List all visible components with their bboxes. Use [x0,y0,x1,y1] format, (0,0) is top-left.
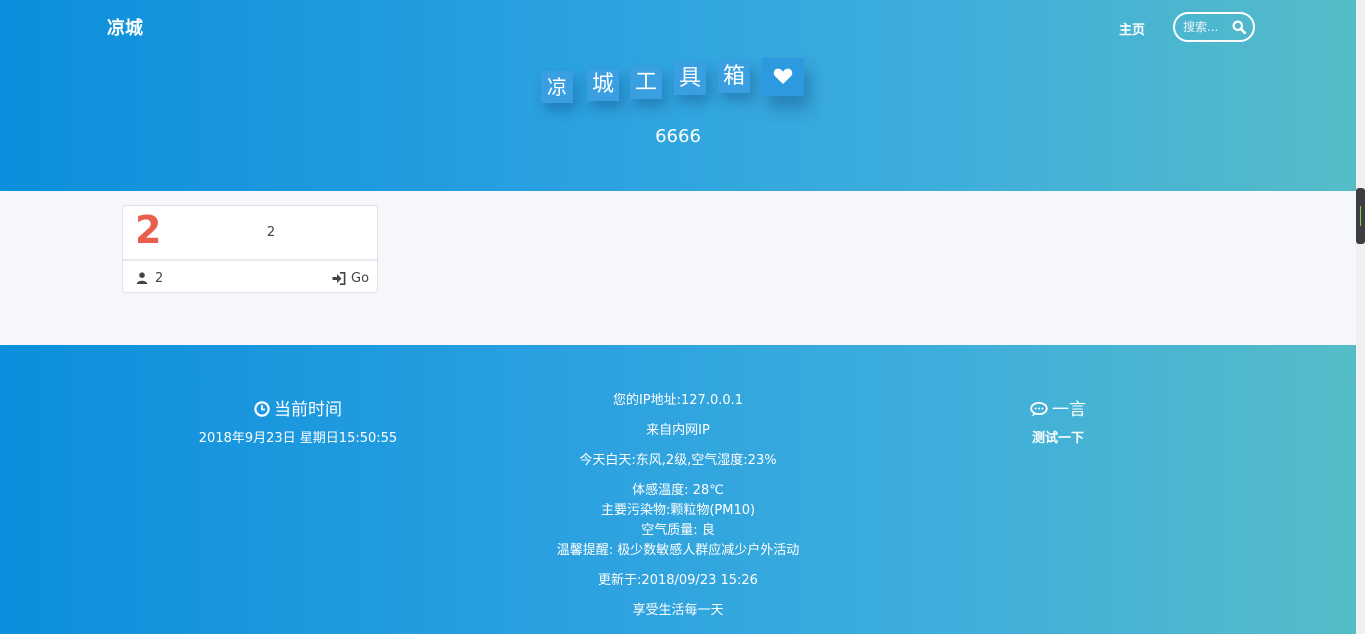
comment-icon [1030,402,1048,417]
title-char-tile: 具 [674,63,706,95]
tool-card[interactable]: 2 2 2 Go [122,205,378,293]
page-scrollbar[interactable] [1356,0,1365,634]
heart-tile [762,58,804,96]
site-brand[interactable]: 凉城 [107,14,143,40]
quote-text: 测试一下 [1031,431,1084,446]
title-char-tile: 箱 [718,61,750,93]
search-icon[interactable] [1232,20,1246,34]
title-char-tile: 城 [587,69,619,101]
weather-tip: 温馨提醒: 极少数敏感人群应减少户外活动 [556,543,800,558]
card-divider [123,259,377,261]
site-header: 凉城 主页 凉 城 工 具 箱 6666 [0,0,1356,191]
weather-air-quality: 空气质量: 良 [641,523,715,538]
title-char-tile: 工 [630,67,662,99]
clock-icon [254,401,270,417]
ip-source: 来自内网IP [646,423,710,438]
weather-updated: 更新于:2018/09/23 15:26 [598,573,758,588]
site-subtitle: 6666 [655,126,701,147]
time-title-text: 当前时间 [274,400,342,420]
current-time: 2018年9月23日 星期日15:50:55 [198,431,398,446]
heart-icon [773,68,793,84]
weather-today: 今天白天:东风,2级,空气湿度:23% [579,453,777,468]
card-go-label: Go [351,271,370,286]
weather-feel-temp: 体感温度: 28℃ [632,483,724,498]
site-footer: 当前时间 2018年9月23日 星期日15:50:55 您的IP地址:127.0… [0,345,1356,634]
user-icon [136,272,148,284]
footer-motto: 享受生活每一天 [632,603,724,618]
quote-title-text: 一言 [1052,400,1086,420]
quote-widget-title: 一言 [978,395,1138,420]
search-box[interactable] [1173,12,1255,42]
card-go-link[interactable]: Go [332,269,370,289]
scrollbar-thumb[interactable] [1356,188,1365,244]
nav-home-link[interactable]: 主页 [1119,19,1145,38]
card-author: 2 [155,271,164,286]
weather-pollutant: 主要污染物:颗粒物(PM10) [600,503,756,518]
title-char-tile: 凉 [541,71,573,103]
ip-address: 您的IP地址:127.0.0.1 [612,393,744,408]
card-description: 2 [266,225,276,240]
sign-in-icon [332,272,346,285]
search-input[interactable] [1183,19,1235,35]
time-widget-title: 当前时间 [198,395,398,420]
site-title: 凉 城 工 具 箱 [541,58,811,108]
